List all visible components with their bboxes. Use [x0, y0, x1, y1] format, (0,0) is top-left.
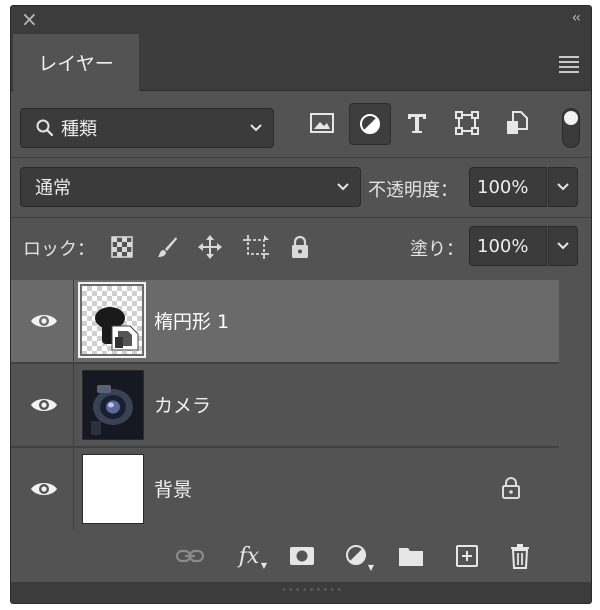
chevron-down-icon — [337, 183, 349, 191]
eye-icon[interactable] — [29, 309, 59, 333]
layers-list: 楕円形 1 カメラ 背景 — [11, 280, 559, 530]
panel-menu-icon[interactable] — [559, 56, 579, 76]
lock-all-icon[interactable] — [287, 234, 313, 260]
shape-filter-icon[interactable] — [447, 103, 487, 143]
tab-layers[interactable]: レイヤー — [13, 34, 139, 91]
blend-mode-select[interactable]: 通常 — [20, 167, 361, 207]
layers-scroll-gutter[interactable] — [559, 280, 591, 530]
opacity-label: 不透明度： — [368, 180, 458, 201]
layer-row[interactable]: カメラ — [11, 364, 559, 446]
layer-row[interactable]: 楕円形 1 — [11, 280, 559, 362]
add-style-icon[interactable]: fx ▼ — [233, 542, 267, 571]
resize-grip-icon[interactable]: ••••••••• — [281, 585, 343, 596]
eye-icon[interactable] — [29, 393, 59, 417]
new-adjustment-layer-icon[interactable]: ▼ — [342, 542, 374, 572]
fill-input[interactable]: 100% — [469, 226, 547, 266]
chevron-down-icon — [557, 183, 569, 191]
layer-name[interactable]: 楕円形 1 — [154, 307, 229, 334]
close-icon[interactable]: × — [21, 8, 38, 30]
chevron-down-icon — [557, 242, 569, 250]
layer-name[interactable]: カメラ — [154, 391, 211, 418]
lock-transparent-pixels-icon[interactable] — [109, 234, 135, 260]
adjustment-filter-icon[interactable] — [349, 103, 391, 145]
camera-photo-icon — [83, 371, 143, 439]
lock-image-pixels-icon[interactable] — [154, 234, 180, 260]
lock-label: ロック： — [23, 239, 95, 260]
filter-kind-select[interactable]: 種類 — [20, 108, 274, 148]
layer-thumbnail — [82, 370, 144, 440]
fill-value: 100% — [477, 235, 529, 257]
smart-object-filter-icon[interactable] — [497, 103, 537, 143]
fill-dropdown-button[interactable] — [548, 226, 578, 266]
collapse-icon[interactable]: ‹‹ — [572, 10, 581, 26]
image-filter-icon[interactable] — [302, 103, 342, 143]
type-filter-icon[interactable] — [397, 103, 437, 143]
layer-name[interactable]: 背景 — [154, 475, 192, 502]
search-icon — [36, 119, 54, 137]
layer-lock-icon[interactable] — [501, 476, 521, 500]
delete-layer-icon[interactable] — [505, 542, 535, 570]
panel-titlebar: × ‹‹ — [11, 6, 591, 34]
opacity-input[interactable]: 100% — [469, 167, 547, 207]
layer-row[interactable]: 背景 — [11, 448, 559, 530]
add-mask-icon[interactable] — [287, 542, 317, 570]
chevron-down-icon — [250, 124, 262, 132]
filter-toggle-switch[interactable] — [562, 108, 580, 148]
fill-label: 塗り： — [410, 239, 464, 260]
opacity-dropdown-button[interactable] — [548, 167, 578, 207]
new-layer-icon[interactable] — [452, 542, 482, 570]
new-group-icon[interactable] — [396, 542, 426, 570]
filter-kind-value: 種類 — [61, 119, 97, 140]
panel-tabstrip: レイヤー — [11, 34, 591, 91]
panel-resize-footer[interactable]: ••••••••• — [11, 582, 591, 603]
lock-artboard-icon[interactable] — [243, 234, 269, 260]
tab-layers-label: レイヤー — [38, 53, 114, 75]
ellipse-shape-icon — [95, 307, 139, 351]
lock-position-icon[interactable] — [197, 234, 223, 260]
layers-panel: × ‹‹ レイヤー 種類 通常 不透明度： 100% ロック： 塗り： 100%… — [10, 5, 592, 604]
link-layers-icon[interactable] — [175, 542, 205, 570]
blend-mode-value: 通常 — [35, 178, 71, 199]
add-style-label: fx — [238, 543, 260, 569]
layer-thumbnail — [78, 282, 146, 358]
eye-icon[interactable] — [29, 477, 59, 501]
opacity-value: 100% — [477, 176, 529, 198]
layer-thumbnail — [82, 454, 144, 524]
layers-bottom-bar: fx ▼ ▼ — [11, 530, 591, 582]
